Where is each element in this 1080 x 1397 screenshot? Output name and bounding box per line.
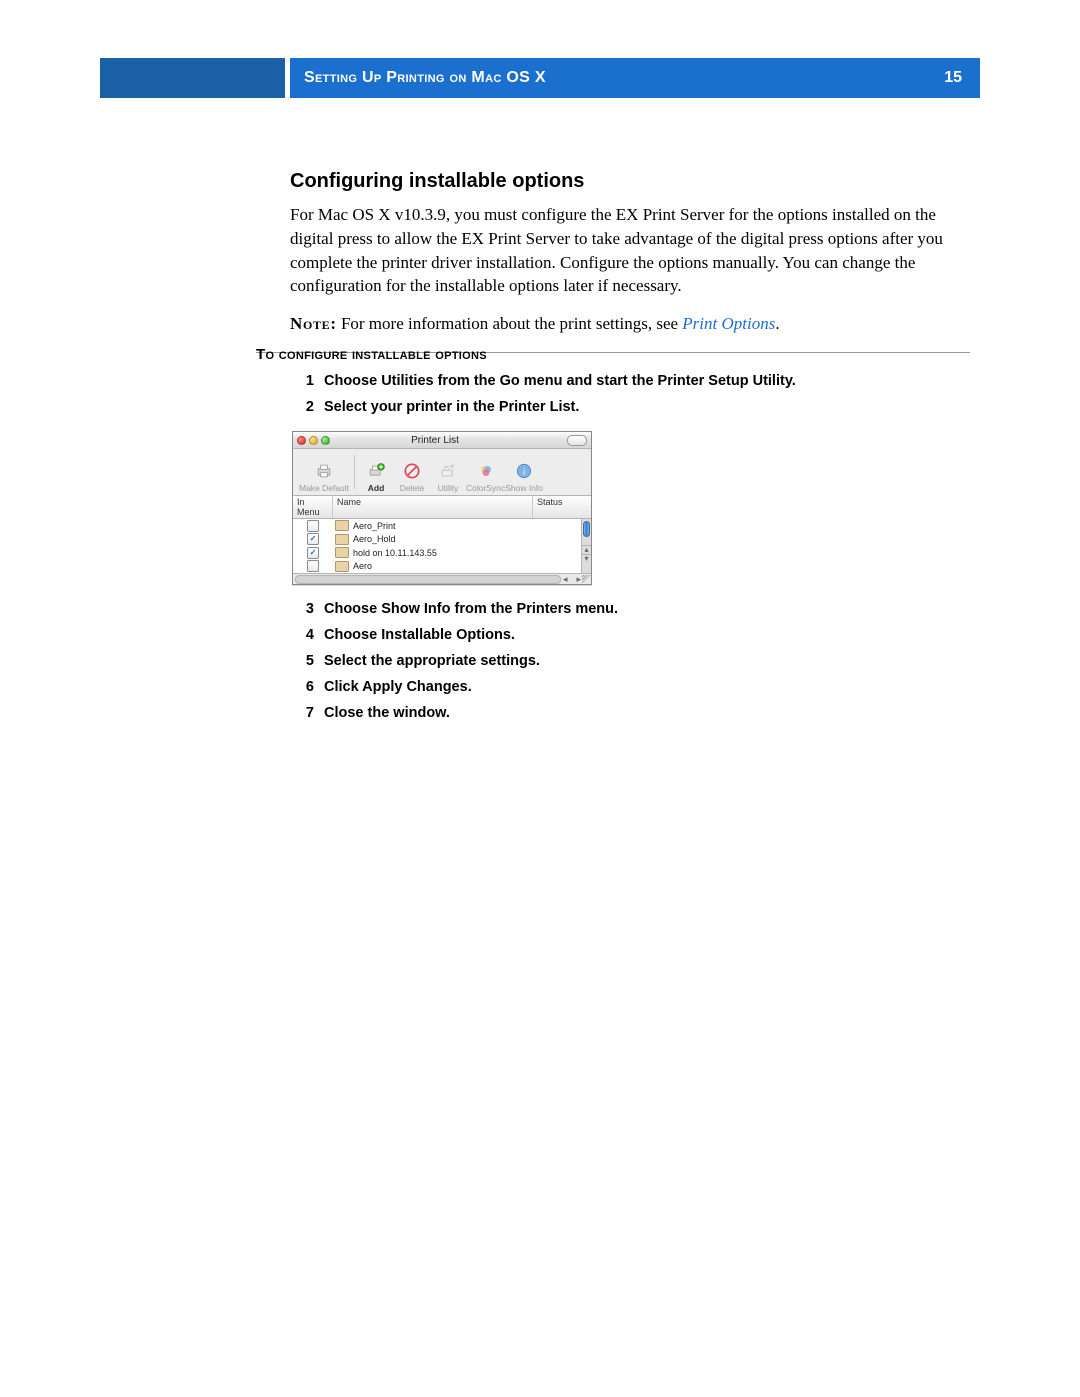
- toolbar-separator: [354, 455, 355, 489]
- section-body: For Mac OS X v10.3.9, you must configure…: [290, 203, 970, 298]
- checkbox-icon[interactable]: [307, 547, 319, 559]
- scroll-down-icon[interactable]: ▾: [582, 554, 591, 563]
- step-number: 6: [292, 679, 314, 695]
- header-title: Setting Up Printing on Mac OS X: [304, 69, 546, 87]
- step-number: 7: [292, 705, 314, 721]
- step-text: Select the appropriate settings.: [324, 653, 970, 669]
- make-default-button[interactable]: Make Default: [297, 460, 351, 493]
- add-printer-icon: [365, 460, 387, 482]
- printer-small-icon: [335, 534, 349, 545]
- list-item[interactable]: Aero: [293, 560, 591, 574]
- content-column: Configuring installable options For Mac …: [290, 170, 970, 373]
- printer-icon: [313, 460, 335, 482]
- checkbox-icon[interactable]: [307, 520, 319, 532]
- step-6: 6 Click Apply Changes.: [292, 679, 970, 695]
- delete-button[interactable]: Delete: [394, 460, 430, 493]
- resize-handle-icon[interactable]: [582, 575, 591, 584]
- show-info-button[interactable]: i Show Info: [505, 460, 543, 493]
- mock-window: Printer List Make Default: [292, 431, 592, 585]
- mock-column-headers: In Menu Name Status: [293, 496, 591, 519]
- mock-titlebar: Printer List: [293, 432, 591, 449]
- step-number: 5: [292, 653, 314, 669]
- printer-name: Aero: [353, 561, 372, 571]
- step-text: Select your printer in the Printer List.: [324, 399, 970, 415]
- step-number: 4: [292, 627, 314, 643]
- step-5: 5 Select the appropriate settings.: [292, 653, 970, 669]
- printer-name: Aero_Print: [353, 521, 396, 531]
- printer-name: Aero_Hold: [353, 534, 396, 544]
- toolbar-label: Make Default: [299, 483, 349, 493]
- checkbox-icon[interactable]: [307, 533, 319, 545]
- note-tail: .: [775, 314, 779, 333]
- header-accent-left: [100, 58, 285, 98]
- toolbar-toggle-icon[interactable]: [567, 435, 587, 446]
- section-heading: Configuring installable options: [290, 170, 970, 193]
- mock-list: Aero_Print Aero_Hold hold on 10.11.143.5…: [293, 519, 591, 573]
- step-2: 2 Select your printer in the Printer Lis…: [292, 399, 970, 415]
- step-7: 7 Close the window.: [292, 705, 970, 721]
- utility-button[interactable]: Utility: [430, 460, 466, 493]
- colorsync-button[interactable]: ColorSync: [466, 460, 505, 493]
- step-text: Click Apply Changes.: [324, 679, 970, 695]
- mock-bottom-bar: ◂▸: [293, 573, 591, 584]
- utility-icon: [437, 460, 459, 482]
- col-in-menu[interactable]: In Menu: [293, 496, 333, 518]
- colorsync-icon: [475, 460, 497, 482]
- vertical-scrollbar[interactable]: ▴ ▾: [581, 519, 591, 573]
- delete-icon: [401, 460, 423, 482]
- toolbar-label: Add: [368, 483, 385, 493]
- col-name[interactable]: Name: [333, 496, 533, 518]
- step-text: Choose Show Info from the Printers menu.: [324, 601, 970, 617]
- list-item[interactable]: hold on 10.11.143.55: [293, 546, 591, 560]
- step-text: Choose Utilities from the Go menu and st…: [324, 373, 970, 389]
- toolbar-label: Utility: [438, 483, 459, 493]
- info-icon: i: [513, 460, 535, 482]
- step-3: 3 Choose Show Info from the Printers men…: [292, 601, 970, 617]
- mock-toolbar: Make Default Add Delete: [293, 449, 591, 496]
- note-paragraph: Note: For more information about the pri…: [290, 312, 970, 336]
- list-item[interactable]: Aero_Hold: [293, 533, 591, 547]
- add-button[interactable]: Add: [358, 460, 394, 493]
- printer-small-icon: [335, 547, 349, 558]
- scroll-right-icon[interactable]: ▸: [576, 574, 581, 583]
- step-number: 1: [292, 373, 314, 389]
- toolbar-label: Delete: [400, 483, 425, 493]
- procedure-area: To configure installable options 1 Choos…: [256, 346, 970, 731]
- header-page-number: 15: [944, 69, 962, 87]
- hscroll-arrows[interactable]: ◂▸: [563, 574, 581, 583]
- mock-window-title: Printer List: [303, 435, 567, 446]
- scroll-up-icon[interactable]: ▴: [582, 545, 591, 554]
- printer-small-icon: [335, 520, 349, 531]
- step-number: 3: [292, 601, 314, 617]
- note-body: For more information about the print set…: [337, 314, 683, 333]
- printer-small-icon: [335, 561, 349, 572]
- printer-name: hold on 10.11.143.55: [353, 548, 437, 558]
- scroll-left-icon[interactable]: ◂: [563, 574, 568, 583]
- step-4: 4 Choose Installable Options.: [292, 627, 970, 643]
- page: Setting Up Printing on Mac OS X 15 Confi…: [0, 0, 1080, 1397]
- list-item[interactable]: Aero_Print: [293, 519, 591, 533]
- scroll-thumb[interactable]: [583, 521, 590, 537]
- header-band: Setting Up Printing on Mac OS X 15: [290, 58, 980, 98]
- printer-list-screenshot: Printer List Make Default: [292, 431, 592, 585]
- col-status[interactable]: Status: [533, 496, 591, 518]
- horizontal-scrollbar[interactable]: [295, 575, 561, 584]
- step-text: Choose Installable Options.: [324, 627, 970, 643]
- step-text: Close the window.: [324, 705, 970, 721]
- toolbar-label: ColorSync: [466, 483, 505, 493]
- procedure-title: To configure installable options: [256, 346, 970, 363]
- step-1: 1 Choose Utilities from the Go menu and …: [292, 373, 970, 389]
- step-number: 2: [292, 399, 314, 415]
- toolbar-label: Show Info: [505, 483, 543, 493]
- print-options-link[interactable]: Print Options: [682, 314, 775, 333]
- checkbox-icon[interactable]: [307, 560, 319, 572]
- note-label: Note:: [290, 314, 337, 333]
